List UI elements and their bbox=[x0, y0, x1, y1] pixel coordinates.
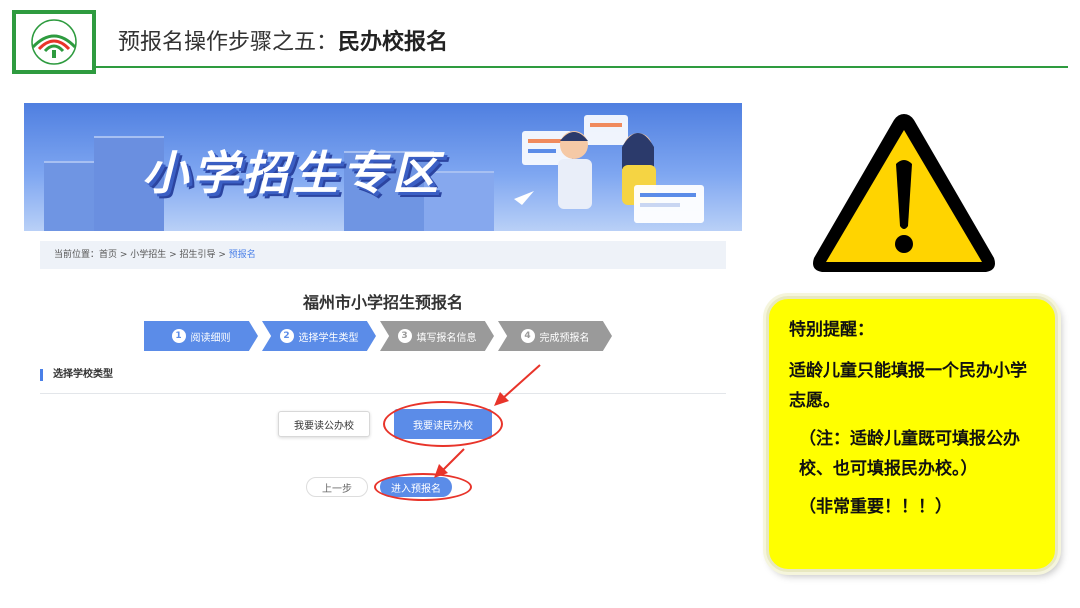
header-divider bbox=[96, 66, 1068, 68]
note-emphasis: （非常重要！！！） bbox=[799, 497, 952, 517]
slide-title-emphasis: 民办校报名 bbox=[338, 30, 449, 55]
warning-icon bbox=[813, 114, 995, 272]
section-title: 选择学校类型 bbox=[40, 369, 113, 381]
breadcrumb: 当前位置：首页 > 小学招生 > 招生引导 > 预报名 bbox=[40, 241, 726, 269]
step-fill-info: 3 填写报名信息 bbox=[380, 321, 494, 351]
slide-title: 预报名操作步骤之五：民办校报名 bbox=[118, 30, 449, 55]
zone-banner: 小学招生专区 bbox=[24, 103, 742, 231]
school-logo bbox=[12, 10, 96, 74]
note-heading: 特别提醒： bbox=[789, 320, 874, 340]
form-title: 福州市小学招生预报名 bbox=[302, 293, 463, 312]
note-rule: 适龄儿童只能填报一个民办小学志愿。 bbox=[789, 361, 1027, 411]
highlight-ring bbox=[383, 401, 503, 447]
breadcrumb-current[interactable]: 预报名 bbox=[229, 250, 256, 260]
highlight-ring bbox=[374, 473, 472, 501]
step-complete: 4 完成预报名 bbox=[498, 321, 612, 351]
previous-step-button[interactable]: 上一步 bbox=[306, 477, 368, 497]
note-remark: （注：适龄儿童既可填报公办校、也可填报民办校。） bbox=[799, 429, 1020, 479]
logo-icon bbox=[31, 19, 77, 65]
section-divider bbox=[40, 393, 726, 394]
public-school-button[interactable]: 我要读公办校 bbox=[278, 411, 370, 437]
step-select-student-type: 2 选择学生类型 bbox=[262, 321, 376, 351]
students-illustration bbox=[514, 115, 704, 223]
registration-page-screenshot: 小学招生专区 当前位置：首页 > 小学招生 > 招生引导 > 预报名 福州市小学… bbox=[24, 103, 742, 578]
red-arrow-icon bbox=[494, 364, 541, 406]
progress-steps: 1 阅读细则 2 选择学生类型 3 填写报名信息 4 完成预报名 bbox=[144, 321, 616, 351]
step-read-rules: 1 阅读细则 bbox=[144, 321, 258, 351]
banner-title: 小学招生专区 bbox=[142, 146, 442, 200]
reminder-note: 特别提醒： 适龄儿童只能填报一个民办小学志愿。 （注：适龄儿童既可填报公办校、也… bbox=[766, 296, 1058, 572]
slide: 预报名操作步骤之五：民办校报名 小学招生专区 当前位置：首页 > 小学招生 > … bbox=[0, 0, 1080, 608]
